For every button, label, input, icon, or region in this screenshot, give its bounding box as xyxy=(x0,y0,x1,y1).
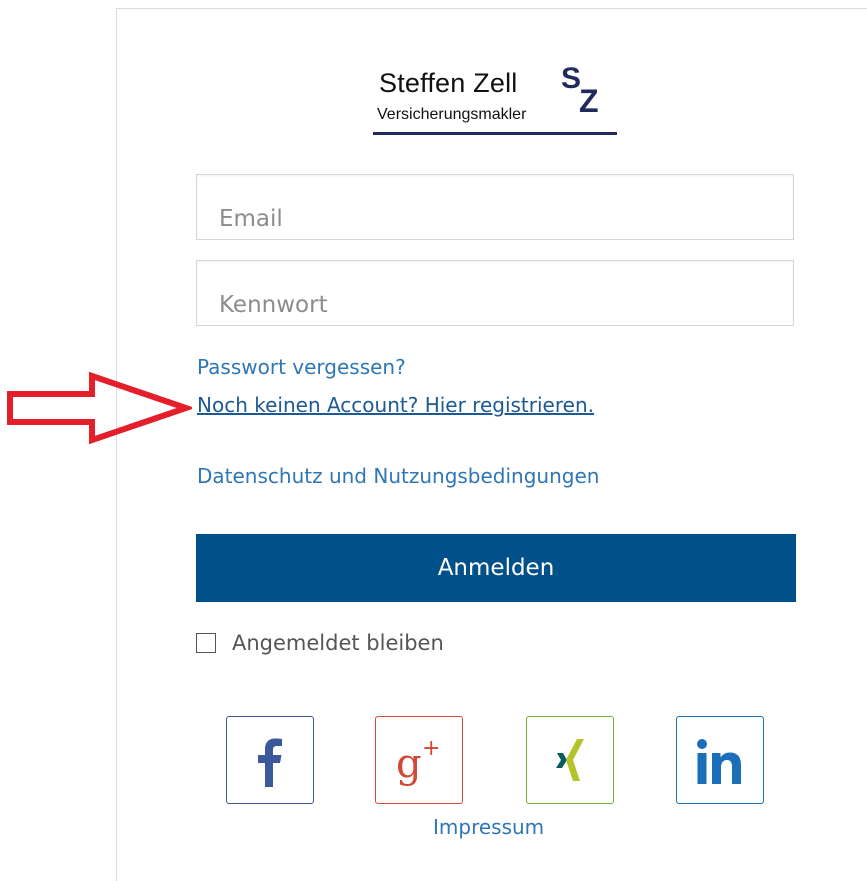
facebook-icon xyxy=(258,738,282,787)
facebook-button[interactable] xyxy=(226,716,314,804)
email-field[interactable] xyxy=(197,175,793,239)
legal-separator: und xyxy=(322,464,374,488)
remember-me-checkbox[interactable] xyxy=(196,633,216,653)
svg-text:Z: Z xyxy=(579,83,599,119)
forgot-password-link[interactable]: Passwort vergessen? xyxy=(197,355,406,379)
svg-text:+: + xyxy=(422,736,440,761)
register-link[interactable]: Noch keinen Account? Hier registrieren. xyxy=(197,393,594,417)
remember-me-label: Angemeldet bleiben xyxy=(232,631,444,655)
xing-icon xyxy=(556,739,584,781)
password-field-wrapper xyxy=(196,260,794,326)
privacy-link[interactable]: Datenschutz xyxy=(197,464,323,488)
logo-underline xyxy=(373,132,617,135)
logo-subtitle: Versicherungsmakler xyxy=(377,106,527,123)
terms-link[interactable]: Nutzungsbedingungen xyxy=(373,464,599,488)
google-plus-icon: g + xyxy=(396,736,440,787)
login-page: Steffen Zell Versicherungsmakler S Z Pas… xyxy=(0,0,867,881)
logo-sz-mark: S Z xyxy=(561,62,599,119)
email-field-wrapper xyxy=(196,174,794,240)
login-button[interactable]: Anmelden xyxy=(196,534,796,602)
svg-text:S: S xyxy=(561,62,581,95)
password-field[interactable] xyxy=(197,261,793,325)
google-plus-button[interactable]: g + xyxy=(375,716,463,804)
xing-button[interactable] xyxy=(526,716,614,804)
linkedin-icon xyxy=(697,739,741,784)
impressum-link[interactable]: Impressum xyxy=(433,815,544,839)
legal-links: Datenschutz und Nutzungsbedingungen xyxy=(197,464,599,488)
remember-me-toggle[interactable]: Angemeldet bleiben xyxy=(196,629,444,657)
linkedin-button[interactable] xyxy=(676,716,764,804)
annotation-arrow-icon xyxy=(7,371,192,445)
logo-name: Steffen Zell xyxy=(379,68,518,98)
company-logo: Steffen Zell Versicherungsmakler S Z xyxy=(373,62,618,138)
svg-text:g: g xyxy=(396,741,422,787)
